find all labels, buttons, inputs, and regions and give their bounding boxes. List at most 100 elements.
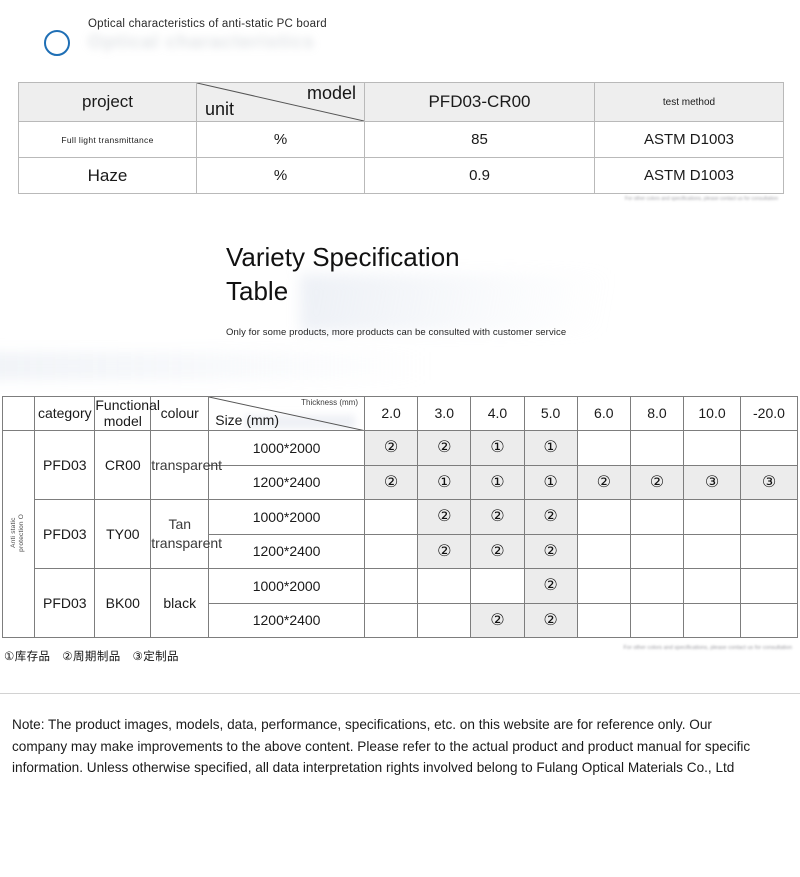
vertical-row-label-text: Anti static protection O [10,513,26,552]
cell-mark: ② [523,499,578,535]
cell-mark: ② [417,430,472,466]
variety-title: Variety Specification Table [226,240,526,309]
cell-mark [629,533,685,570]
footer-divider [0,693,800,695]
cell-value: 0.9 [364,157,595,194]
cell-category: PFD03 [34,568,96,639]
cell-mark: ② [523,533,578,570]
header-unit: unit [205,99,235,119]
cell-mark [683,533,741,570]
spec-header-thickness-20-0: -20.0 [739,395,799,432]
cell-mark [629,430,685,466]
cell-mark [417,602,472,639]
spec-header-size-thickness-split: Size (mm) Thickness (mm) [208,395,365,432]
variety-specification-header: Variety Specification Table Only for som… [0,240,800,380]
cell-mark: ② [417,533,472,570]
cell-functional-model: CR00 [94,430,152,501]
optical-title: Optical characteristics of anti-static P… [88,18,327,30]
cell-mark: ① [470,464,525,501]
cell-mark [363,533,419,570]
cell-unit: % [196,157,365,194]
cell-size: 1200*2400 [208,464,365,501]
spec-header-thickness-6-0: 6.0 [576,395,631,432]
spec-header-thickness-3-0: 3.0 [417,395,472,432]
cell-mark [739,499,799,535]
cell-mark [629,499,685,535]
cell-mark [417,568,472,604]
cell-size: 1200*2400 [208,602,365,639]
optical-characteristics-section: Optical characteristics of anti-static P… [0,0,800,202]
cell-mark: ① [523,430,578,466]
table-header-row: project unit model PFD03-CR00 test metho… [18,82,784,122]
optical-ghost-title: Optical characteristics [88,32,315,53]
cell-mark: ② [523,568,578,604]
spec-header-row: category Functional model colour Size (m… [1,395,799,432]
cell-test-method: ASTM D1003 [594,121,784,158]
cell-mark [739,602,799,639]
cell-mark: ③ [683,464,741,501]
spec-header-thickness-10-0: 10.0 [683,395,741,432]
spec-header-thickness: Thickness (mm) [301,397,358,407]
spec-header-category: category [34,395,96,432]
cell-mark [576,568,631,604]
cell-mark [363,499,419,535]
cell-mark [576,430,631,466]
table-row: Anti static protection O PFD03 CR00 tran… [1,430,799,639]
spec-header-thickness-5-0: 5.0 [523,395,578,432]
vertical-row-label: Anti static protection O [1,430,36,639]
cell-mark [739,533,799,570]
cell-mark [363,568,419,604]
table-row: Haze % 0.9 ASTM D1003 [18,157,784,194]
cell-colour: Tan transparent [150,499,222,570]
cell-unit: % [196,121,365,158]
header-model: model [306,83,356,104]
variety-title-line2: Table [226,276,289,307]
cell-mark: ② [417,499,472,535]
cell-mark: ② [363,464,419,501]
cell-size: 1000*2000 [208,568,365,604]
cell-mark [363,602,419,639]
variety-subtitle: Only for some products, more products ca… [226,326,567,338]
footer-note: Note: The product images, models, data, … [12,717,751,776]
cell-mark [683,430,741,466]
cell-colour: black [150,568,210,639]
cell-mark [683,499,741,535]
cell-mark: ③ [739,464,799,501]
cell-mark [629,602,685,639]
optical-title-wrap: Optical characteristics of anti-static P… [88,18,327,53]
cell-test-method: ASTM D1003 [594,157,784,194]
cell-mark [683,568,741,604]
ring-icon [44,30,70,56]
cell-category: PFD03 [34,499,96,570]
cell-mark [739,568,799,604]
cell-mark: ② [470,533,525,570]
cell-mark: ② [363,430,419,466]
cell-size: 1200*2400 [208,533,365,570]
spec-header-thickness-8-0: 8.0 [629,395,685,432]
header-unit-model-split: unit model [196,82,365,122]
cell-mark: ② [576,464,631,501]
cell-value: 85 [364,121,595,158]
cell-mark [576,499,631,535]
cell-project: Haze [18,157,197,194]
cell-mark: ① [470,430,525,466]
cell-mark: ② [523,602,578,639]
variety-specification-table: category Functional model colour Size (m… [1,395,799,639]
cell-mark: ② [629,464,685,501]
cell-size: 1000*2000 [208,499,365,535]
spec-header-functional-model: Functional model [94,395,160,432]
cell-mark [629,568,685,604]
optical-heading-row: Optical characteristics of anti-static P… [0,18,800,66]
spec-legend: ①库存品 ②周期制品 ③定制品 [4,651,179,664]
spec-header-size: Size (mm) [215,412,280,429]
header-project: project [18,82,197,122]
spec-header-thickness-2-0: 2.0 [363,395,419,432]
cell-size: 1000*2000 [208,430,365,466]
cell-project: Full light transmittance [18,121,197,158]
cell-mark [683,602,741,639]
cell-functional-model: TY00 [94,499,152,570]
spec-header-corner [1,395,36,432]
variety-ghost-decoration-2 [0,352,430,380]
cell-mark [576,602,631,639]
header-test-method: test method [594,82,784,122]
